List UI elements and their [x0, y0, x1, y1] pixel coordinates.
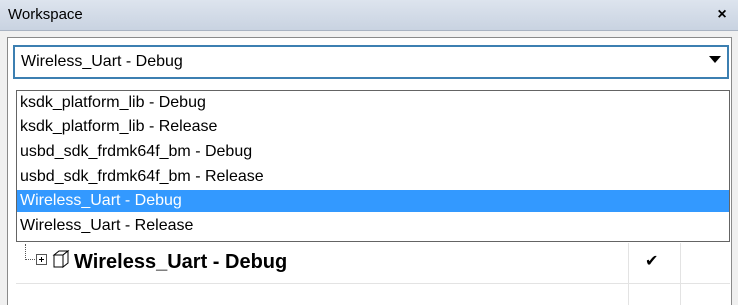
dropdown-option-selected[interactable]: Wireless_Uart - Debug: [17, 190, 729, 212]
selected-configuration: Wireless_Uart - Debug: [21, 53, 183, 70]
configuration-dropdown-list: ksdk_platform_lib - Debug ksdk_platform_…: [16, 90, 730, 242]
project-name[interactable]: Wireless_Uart - Debug: [74, 251, 287, 274]
dropdown-option[interactable]: Wireless_Uart - Release: [17, 215, 729, 237]
dropdown-arrow-icon[interactable]: [709, 56, 721, 63]
close-button[interactable]: ×: [714, 7, 730, 23]
check-mark-icon: ✔: [645, 253, 659, 270]
tree-connector-line: [25, 244, 27, 260]
configuration-selector[interactable]: Wireless_Uart - Debug: [13, 45, 729, 79]
tree-connector-line: [25, 259, 35, 261]
grid-line: [680, 243, 681, 305]
dropdown-option[interactable]: ksdk_platform_lib - Release: [17, 116, 729, 138]
workspace-title-bar: Workspace ×: [0, 0, 738, 31]
project-cube-icon: [52, 250, 70, 268]
dropdown-option[interactable]: ksdk_platform_lib - Debug: [17, 92, 729, 114]
dropdown-option[interactable]: usbd_sdk_frdmk64f_bm - Debug: [17, 141, 729, 163]
grid-line: [16, 283, 730, 284]
grid-line: [628, 243, 629, 305]
window-title: Workspace: [8, 6, 83, 23]
dropdown-option[interactable]: usbd_sdk_frdmk64f_bm - Release: [17, 166, 729, 188]
plus-box-icon[interactable]: [36, 254, 47, 265]
